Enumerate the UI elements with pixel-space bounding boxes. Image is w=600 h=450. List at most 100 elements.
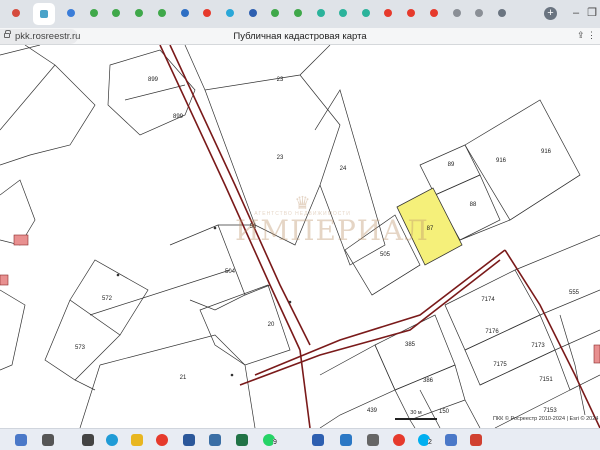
parcel-label[interactable]: 20 <box>268 322 275 328</box>
parcel-label[interactable]: 7174 <box>481 297 494 303</box>
tab-map[interactable] <box>64 6 78 20</box>
parcel-label[interactable]: 573 <box>75 345 85 351</box>
parcel-label[interactable]: 23 <box>277 77 284 83</box>
new-tab-button[interactable]: + <box>544 7 557 20</box>
camera-icon <box>498 9 506 17</box>
tab-camera[interactable] <box>495 6 509 20</box>
map-icon <box>67 9 75 17</box>
scale-bar: 30 м <box>395 410 437 422</box>
agency-watermark: ♛ АГЕНТСТВО НЕДВИЖИМОСТИ ИМПЕРИАЛ <box>235 193 428 245</box>
tab-grid[interactable] <box>178 6 192 20</box>
parcel-label[interactable]: 24 <box>340 166 347 172</box>
tab-pin[interactable] <box>9 6 23 20</box>
restore-icon[interactable]: ❐ <box>586 6 598 20</box>
page-title: Публичная кадастровая карта <box>233 31 367 42</box>
more-icon[interactable]: ⋮ <box>587 30 596 40</box>
parcel-label[interactable]: 899 <box>173 114 183 120</box>
minimize-icon[interactable]: – <box>570 6 582 20</box>
refresh-green-icon <box>90 9 98 17</box>
tab-document-1[interactable] <box>450 6 464 20</box>
photos-icon[interactable] <box>445 434 457 446</box>
yandex-icon <box>203 9 211 17</box>
parcel-label[interactable]: 23 <box>277 155 284 161</box>
tab-yandex-3[interactable] <box>404 6 418 20</box>
parcel-label[interactable]: 439 <box>367 408 377 414</box>
tab-refresh-1[interactable] <box>87 6 101 20</box>
excel-icon[interactable] <box>236 434 248 446</box>
refresh-green-icon <box>158 9 166 17</box>
yandex-icon <box>407 9 415 17</box>
dots-icon <box>317 9 325 17</box>
tab-document-2[interactable] <box>472 6 486 20</box>
app-icon[interactable] <box>470 434 482 446</box>
yandex-icon[interactable] <box>393 434 405 446</box>
tab-chat[interactable] <box>223 6 237 20</box>
map-attribution: ПКК © Росреестр 2010-2024 | Esri © 2024 <box>493 416 599 422</box>
tab-refresh-2[interactable] <box>109 6 123 20</box>
printer-icon[interactable] <box>367 434 379 446</box>
skype-badge: 2 <box>428 439 432 446</box>
parcel-label[interactable]: 916 <box>496 158 506 164</box>
mail-icon[interactable] <box>209 434 221 446</box>
parcel-label[interactable]: 89 <box>448 162 455 168</box>
whatsapp-badge: 9 <box>273 439 277 446</box>
tab-vk[interactable] <box>246 6 260 20</box>
search-icon[interactable] <box>42 434 54 446</box>
refresh-green-icon <box>135 9 143 17</box>
taskview-icon[interactable] <box>82 434 94 446</box>
crown-icon: ♛ <box>294 193 311 213</box>
parcel-label[interactable]: 504 <box>225 269 235 275</box>
yandex-icon <box>430 9 438 17</box>
tab-refresh-3[interactable] <box>132 6 146 20</box>
tab-refresh-4[interactable] <box>155 6 169 20</box>
pin-icon <box>12 9 20 17</box>
edge-icon[interactable] <box>106 434 118 446</box>
yandex-browser-icon[interactable] <box>131 434 143 446</box>
parcel-label[interactable]: 7153 <box>543 408 556 414</box>
vk-icon <box>249 9 257 17</box>
parcel-label[interactable]: 7175 <box>493 362 506 368</box>
parcel-label[interactable]: 555 <box>569 290 579 296</box>
parcel-label[interactable]: 572 <box>102 296 112 302</box>
tab-dots-3[interactable] <box>359 6 373 20</box>
parcel-label[interactable]: 505 <box>380 252 390 258</box>
building-footprints <box>0 234 600 364</box>
refresh-green-icon <box>112 9 120 17</box>
scale-label: 30 м <box>410 410 422 416</box>
document-icon <box>475 9 483 17</box>
widgets-icon[interactable] <box>15 434 27 446</box>
tab-dots-1[interactable] <box>314 6 328 20</box>
refresh-green-icon <box>294 9 302 17</box>
parcel-label[interactable]: 386 <box>423 378 433 384</box>
shield-icon[interactable] <box>312 434 324 446</box>
tab-yandex-2[interactable] <box>381 6 395 20</box>
parcel-label[interactable]: 7176 <box>485 329 498 335</box>
yandex-icon[interactable] <box>156 434 168 446</box>
share-icon[interactable]: ⇪ <box>577 30 585 40</box>
browser-tab-strip: + – ❐ <box>0 0 600 28</box>
address-bar: pkk.rosreestr.ru Публичная кадастровая к… <box>0 28 600 45</box>
parcel-label[interactable]: 385 <box>405 342 415 348</box>
tab-yandex-1[interactable] <box>200 6 214 20</box>
tab-refresh-6[interactable] <box>291 6 305 20</box>
yandex-icon <box>384 9 392 17</box>
parcel-label[interactable]: 150 <box>439 409 449 415</box>
grid-icon <box>181 9 189 17</box>
parcel-label[interactable]: 7151 <box>539 377 552 383</box>
parcel-label[interactable]: 7173 <box>531 343 544 349</box>
parcel-label[interactable]: 899 <box>148 77 158 83</box>
tab-refresh-5[interactable] <box>268 6 282 20</box>
parcel-label[interactable]: 88 <box>470 202 477 208</box>
chat-icon <box>226 9 234 17</box>
tab-yandex-4[interactable] <box>427 6 441 20</box>
tab-active[interactable] <box>33 3 55 25</box>
envelope-icon[interactable] <box>340 434 352 446</box>
tab-dots-2[interactable] <box>336 6 350 20</box>
refresh-green-icon <box>271 9 279 17</box>
parcel-label[interactable]: 916 <box>541 149 551 155</box>
document-icon <box>453 9 461 17</box>
cadastral-map[interactable]: 899 23 899 23 24 89 916 916 88 87 505 50… <box>0 45 600 428</box>
parcel-label[interactable]: 21 <box>180 375 187 381</box>
taskbar: 9 2 <box>0 428 600 450</box>
word-icon[interactable] <box>183 434 195 446</box>
